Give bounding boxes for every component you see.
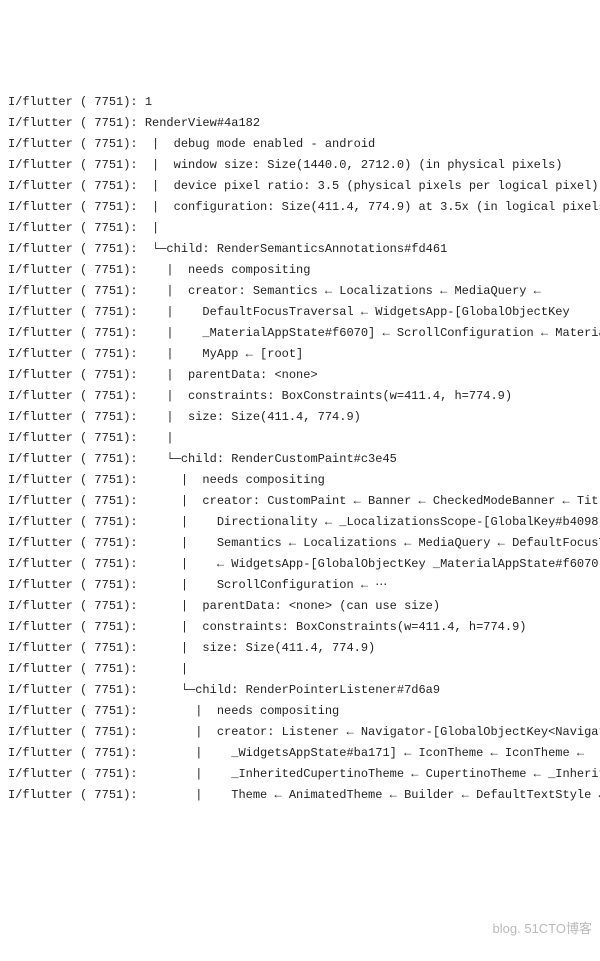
log-line: I/flutter ( 7751): RenderView#4a182 xyxy=(8,113,592,134)
log-line: I/flutter ( 7751): | constraints: BoxCon… xyxy=(8,617,592,638)
debug-log-output: I/flutter ( 7751): 1I/flutter ( 7751): R… xyxy=(8,92,592,806)
log-line: I/flutter ( 7751): | device pixel ratio:… xyxy=(8,176,592,197)
log-line: I/flutter ( 7751): | ← WidgetsApp-[Globa… xyxy=(8,554,592,575)
log-line: I/flutter ( 7751): | xyxy=(8,659,592,680)
log-line: I/flutter ( 7751): | MyApp ← [root] xyxy=(8,344,592,365)
log-line: I/flutter ( 7751): └─child: RenderPointe… xyxy=(8,680,592,701)
log-line: I/flutter ( 7751): | creator: CustomPain… xyxy=(8,491,592,512)
log-line: I/flutter ( 7751): | size: Size(411.4, 7… xyxy=(8,407,592,428)
watermark: blog. 51CTO博客 xyxy=(493,918,592,941)
log-line: I/flutter ( 7751): | constraints: BoxCon… xyxy=(8,386,592,407)
log-line: I/flutter ( 7751): └─child: RenderCustom… xyxy=(8,449,592,470)
log-line: I/flutter ( 7751): | configuration: Size… xyxy=(8,197,592,218)
log-line: I/flutter ( 7751): | ScrollConfiguration… xyxy=(8,575,592,596)
log-line: I/flutter ( 7751): | needs compositing xyxy=(8,470,592,491)
log-line: I/flutter ( 7751): | _InheritedCupertino… xyxy=(8,764,592,785)
log-line: I/flutter ( 7751): | DefaultFocusTravers… xyxy=(8,302,592,323)
log-line: I/flutter ( 7751): | needs compositing xyxy=(8,260,592,281)
log-line: I/flutter ( 7751): | creator: Semantics … xyxy=(8,281,592,302)
log-line: I/flutter ( 7751): | _MaterialAppState#f… xyxy=(8,323,592,344)
log-line: I/flutter ( 7751): | needs compositing xyxy=(8,701,592,722)
log-line: I/flutter ( 7751): 1 xyxy=(8,92,592,113)
log-line: I/flutter ( 7751): | Semantics ← Localiz… xyxy=(8,533,592,554)
log-line: I/flutter ( 7751): | size: Size(411.4, 7… xyxy=(8,638,592,659)
log-line: I/flutter ( 7751): | _WidgetsAppState#ba… xyxy=(8,743,592,764)
log-line: I/flutter ( 7751): └─child: RenderSemant… xyxy=(8,239,592,260)
log-line: I/flutter ( 7751): | parentData: <none> … xyxy=(8,596,592,617)
log-line: I/flutter ( 7751): | window size: Size(1… xyxy=(8,155,592,176)
log-line: I/flutter ( 7751): | creator: Listener ←… xyxy=(8,722,592,743)
log-line: I/flutter ( 7751): | xyxy=(8,218,592,239)
log-line: I/flutter ( 7751): | Directionality ← _L… xyxy=(8,512,592,533)
log-line: I/flutter ( 7751): | debug mode enabled … xyxy=(8,134,592,155)
log-line: I/flutter ( 7751): | xyxy=(8,428,592,449)
log-line: I/flutter ( 7751): | Theme ← AnimatedThe… xyxy=(8,785,592,806)
log-line: I/flutter ( 7751): | parentData: <none> xyxy=(8,365,592,386)
